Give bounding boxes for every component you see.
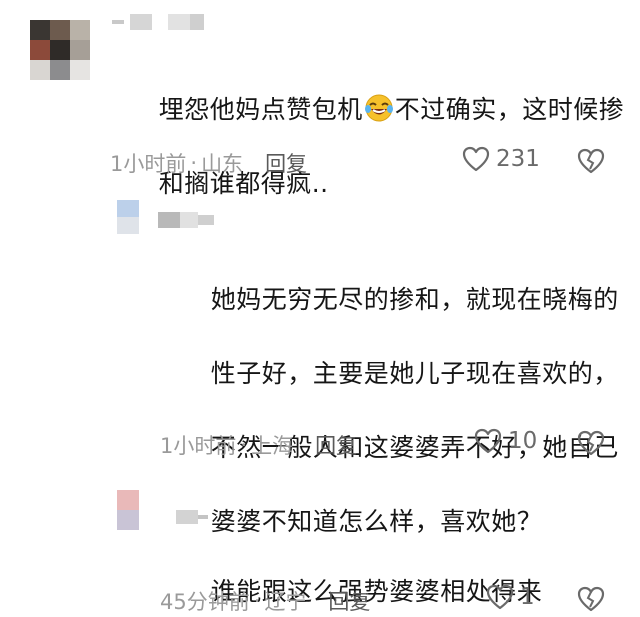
- comment-meta: 1小时前 · 上海 回复: [160, 430, 357, 460]
- timestamp: 1小时前: [160, 434, 237, 458]
- laughing-tears-emoji-icon: [364, 94, 393, 122]
- reply-button[interactable]: 回复: [265, 148, 307, 178]
- broken-heart-icon[interactable]: [577, 148, 605, 174]
- comment-text-line: 性子好，主要是她儿子现在喜欢的，: [210, 359, 619, 388]
- like-button[interactable]: 10: [474, 428, 537, 454]
- like-count: 231: [496, 146, 540, 172]
- broken-heart-icon[interactable]: [577, 430, 605, 456]
- broken-heart-icon[interactable]: [577, 586, 605, 612]
- separator: ·: [253, 589, 261, 613]
- comment-text-line: 她妈无穷无尽的掺和，就现在晓梅的: [210, 285, 619, 314]
- reply-button[interactable]: 回复: [315, 430, 357, 460]
- separator: ·: [240, 433, 248, 457]
- like-count: 1: [520, 584, 535, 610]
- separator: ·: [190, 151, 198, 175]
- comment-3: 谁能跟这么强势婆婆相处得来 45分钟前 · 辽宁 回复 1: [0, 480, 640, 617]
- comment-2: 她妈无穷无尽的掺和，就现在晓梅的 性子好，主要是她儿子现在喜欢的， 不然一般人和…: [0, 190, 640, 536]
- comment-1: 埋怨他妈点赞包机 不过确实，这时候掺 和搁谁都得疯.. 1小时前 · 山东 回复…: [0, 0, 640, 198]
- heart-icon: [486, 584, 514, 610]
- username-pixelated[interactable]: [176, 510, 208, 524]
- comment-meta: 1小时前 · 山东 回复: [110, 148, 307, 178]
- avatar-pixelated[interactable]: [117, 490, 139, 530]
- avatar-pixelated[interactable]: [117, 200, 139, 234]
- location: 山东: [201, 152, 244, 176]
- heart-icon: [462, 146, 490, 172]
- reply-button[interactable]: 回复: [328, 586, 370, 616]
- like-button[interactable]: 1: [486, 584, 535, 610]
- comment-text-segment: 埋怨他妈点赞包机: [158, 95, 363, 124]
- username-pixelated[interactable]: [112, 14, 204, 30]
- heart-icon: [474, 428, 502, 454]
- like-button[interactable]: 231: [462, 146, 540, 172]
- timestamp: 45分钟前: [160, 590, 250, 614]
- avatar-pixelated[interactable]: [30, 20, 90, 80]
- timestamp: 1小时前: [110, 152, 187, 176]
- comment-text-segment: 不过确实，这时候掺: [394, 95, 625, 124]
- location: 上海: [251, 434, 294, 458]
- comment-thread: 埋怨他妈点赞包机 不过确实，这时候掺 和搁谁都得疯.. 1小时前 · 山东 回复…: [0, 0, 640, 617]
- username-pixelated[interactable]: [158, 212, 214, 228]
- comment-meta: 45分钟前 · 辽宁 回复: [160, 586, 370, 616]
- location: 辽宁: [264, 590, 307, 614]
- like-count: 10: [508, 428, 538, 454]
